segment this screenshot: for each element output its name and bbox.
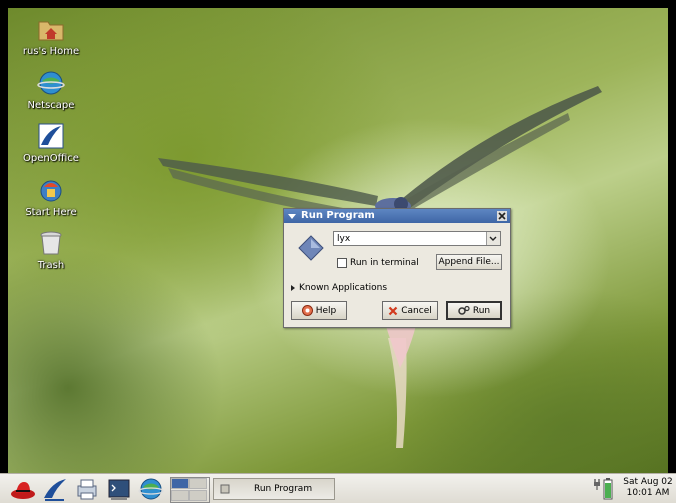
taskbar-item-label: Run Program xyxy=(254,484,313,494)
workspace-switcher[interactable] xyxy=(170,477,210,503)
clock[interactable]: Sat Aug 02 10:01 AM xyxy=(620,477,676,499)
run-gears-icon xyxy=(458,305,470,315)
help-button[interactable]: Help xyxy=(291,301,347,320)
workspace-2[interactable] xyxy=(189,478,207,489)
known-applications-expander[interactable]: Known Applications xyxy=(291,283,387,293)
workspace-4[interactable] xyxy=(189,490,207,501)
dialog-body: Run in terminal Append File... Known App… xyxy=(284,223,510,327)
trash-icon xyxy=(40,231,62,255)
run-in-terminal-checkbox[interactable]: Run in terminal xyxy=(337,258,419,268)
command-input[interactable] xyxy=(334,232,490,245)
desktop-icon-home[interactable]: rus's Home xyxy=(16,14,86,57)
run-button[interactable]: Run xyxy=(446,301,502,320)
desktop-icon-openoffice[interactable]: OpenOffice xyxy=(16,121,86,164)
chevron-down-icon xyxy=(489,236,497,241)
desktop-icon-netscape[interactable]: Netscape xyxy=(16,68,86,111)
close-icon[interactable] xyxy=(497,211,507,221)
run-in-terminal-label: Run in terminal xyxy=(350,258,419,268)
screen: rus's Home Netscape OpenOffice Start Her… xyxy=(0,0,676,503)
desktop-icon-label: Netscape xyxy=(27,100,75,111)
run-program-icon xyxy=(298,235,324,261)
workspace-3[interactable] xyxy=(171,490,189,501)
window-menu-icon[interactable] xyxy=(287,211,297,221)
start-here-icon xyxy=(40,180,62,202)
help-icon xyxy=(301,305,313,316)
power-plug-icon xyxy=(594,479,600,490)
netscape-icon xyxy=(37,71,65,95)
terminal-icon[interactable] xyxy=(106,476,132,502)
taskbar-item-run-program[interactable]: Run Program xyxy=(213,478,335,500)
browser-icon[interactable] xyxy=(138,476,164,502)
cancel-icon xyxy=(388,306,398,315)
desktop-icon-label: rus's Home xyxy=(22,46,80,57)
command-combobox[interactable] xyxy=(333,231,501,246)
workspace-1[interactable] xyxy=(171,478,189,489)
window-icon xyxy=(220,484,230,494)
bottom-panel: Run Program Sat Aug 02 10:01 AM xyxy=(0,473,676,503)
known-applications-label: Known Applications xyxy=(299,283,388,293)
desktop-icon-trash[interactable]: Trash xyxy=(16,228,86,271)
redhat-menu-icon[interactable] xyxy=(10,476,36,502)
help-button-label: Help xyxy=(315,305,337,316)
cancel-button-label: Cancel xyxy=(401,305,432,316)
append-file-button[interactable]: Append File... xyxy=(436,254,502,270)
desktop-icon-start-here[interactable]: Start Here xyxy=(16,175,86,218)
home-folder-icon xyxy=(38,21,64,41)
desktop-icon-label: Trash xyxy=(37,260,65,271)
run-button-label: Run xyxy=(472,305,491,316)
desktop-icon-label: Start Here xyxy=(25,207,77,218)
clock-time: 10:01 AM xyxy=(626,488,670,498)
checkbox-box[interactable] xyxy=(337,258,347,268)
openoffice-writer-icon[interactable] xyxy=(42,476,68,502)
clock-date: Sat Aug 02 xyxy=(623,477,673,487)
command-history-dropdown-button[interactable] xyxy=(486,232,500,245)
dialog-title: Run Program xyxy=(301,210,375,221)
openoffice-icon xyxy=(38,123,64,149)
dialog-titlebar[interactable]: Run Program xyxy=(284,209,510,223)
cancel-button[interactable]: Cancel xyxy=(382,301,438,320)
desktop-icon-label: OpenOffice xyxy=(23,153,79,164)
run-program-dialog: Run Program Run in termina xyxy=(283,208,511,328)
battery-icon[interactable] xyxy=(603,478,613,500)
printer-icon[interactable] xyxy=(74,476,100,502)
expander-arrow-icon xyxy=(291,285,295,291)
